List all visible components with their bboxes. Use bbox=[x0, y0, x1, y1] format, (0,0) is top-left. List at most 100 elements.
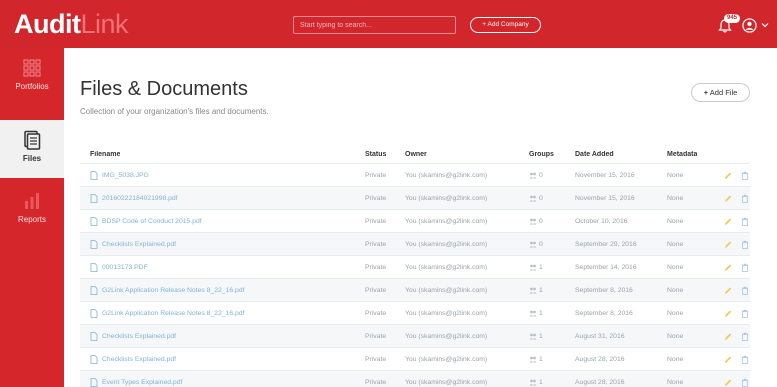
groups-count: 0 bbox=[539, 241, 543, 248]
trash-icon[interactable] bbox=[741, 171, 749, 180]
pencil-icon[interactable] bbox=[724, 171, 732, 180]
metadata-cell: None bbox=[667, 333, 684, 340]
date-cell: September 29, 2016 bbox=[575, 241, 637, 248]
groups-count: 1 bbox=[539, 287, 543, 294]
file-icon bbox=[90, 309, 98, 318]
date-cell: September 14, 2016 bbox=[575, 264, 637, 271]
chart-icon bbox=[25, 193, 39, 209]
groups-count: 0 bbox=[539, 172, 543, 179]
filename-link[interactable]: 20160222184021998.pdf bbox=[102, 194, 352, 204]
file-icon bbox=[90, 286, 98, 295]
file-icon bbox=[90, 240, 98, 249]
sidebar-label-portfolios: Portfolios bbox=[15, 82, 49, 91]
table-header: Filename Status Owner Groups Date Added … bbox=[80, 151, 750, 163]
pencil-icon[interactable] bbox=[724, 332, 732, 341]
owner-cell: You (skamins@g2link.com) bbox=[405, 356, 488, 363]
owner-cell: You (skamins@g2link.com) bbox=[405, 172, 488, 179]
column-header-groups[interactable]: Groups bbox=[529, 151, 554, 158]
table-row: 20160222184021998.pdf Private You (skamins… bbox=[80, 186, 750, 209]
pencil-icon[interactable] bbox=[724, 378, 732, 387]
date-cell: August 28, 2016 bbox=[575, 379, 625, 386]
add-file-label: Add File bbox=[709, 88, 738, 97]
logo[interactable]: AuditLink bbox=[14, 9, 129, 39]
status-cell: Private bbox=[365, 264, 387, 271]
add-company-button[interactable]: + Add Company bbox=[470, 17, 541, 33]
table-row: Event Types Explained.pdf Private You (ska… bbox=[80, 370, 750, 387]
owner-cell: You (skamins@g2link.com) bbox=[405, 218, 488, 225]
column-header-metadata[interactable]: Metadata bbox=[667, 151, 697, 158]
owner-cell: You (skamins@g2link.com) bbox=[405, 195, 488, 202]
add-file-button[interactable]: + Add File bbox=[691, 83, 750, 102]
date-cell: November 15, 2016 bbox=[575, 172, 635, 179]
document-icon bbox=[24, 130, 41, 150]
filename-link[interactable]: Checklists Explained.pdf bbox=[102, 355, 352, 365]
status-cell: Private bbox=[365, 195, 387, 202]
column-header-owner[interactable]: Owner bbox=[405, 151, 427, 158]
metadata-cell: None bbox=[667, 310, 684, 317]
sidebar-label-files: Files bbox=[22, 154, 42, 163]
filename-link[interactable]: 00013173.PDF bbox=[102, 263, 352, 273]
group-icon bbox=[529, 264, 537, 271]
column-header-filename[interactable]: Filename bbox=[90, 151, 120, 158]
pencil-icon[interactable] bbox=[724, 194, 732, 203]
pencil-icon[interactable] bbox=[724, 355, 732, 364]
date-cell: November 15, 2016 bbox=[575, 195, 635, 202]
sidebar-item-files[interactable]: Files bbox=[0, 120, 64, 178]
filename-link[interactable]: Checklists Explained.pdf bbox=[102, 240, 352, 250]
filename-link[interactable]: G2Link Application Release Notes 8_22_16… bbox=[102, 309, 352, 319]
trash-icon[interactable] bbox=[741, 217, 749, 226]
search-input[interactable] bbox=[293, 16, 456, 34]
groups-count: 1 bbox=[539, 310, 543, 317]
trash-icon[interactable] bbox=[741, 332, 749, 341]
pencil-icon[interactable] bbox=[724, 217, 732, 226]
trash-icon[interactable] bbox=[741, 286, 749, 295]
metadata-cell: None bbox=[667, 218, 684, 225]
trash-icon[interactable] bbox=[741, 378, 749, 387]
logo-text-link: Link bbox=[80, 9, 129, 39]
date-cell: August 31, 2016 bbox=[575, 333, 625, 340]
column-header-date-added[interactable]: Date Added bbox=[575, 151, 614, 158]
status-cell: Private bbox=[365, 172, 387, 179]
date-cell: September 8, 2016 bbox=[575, 310, 633, 317]
group-icon bbox=[529, 218, 537, 225]
trash-icon[interactable] bbox=[741, 194, 749, 203]
owner-cell: You (skamins@g2link.com) bbox=[405, 333, 488, 340]
filename-link[interactable]: Event Types Explained.pdf bbox=[102, 378, 352, 387]
sidebar-label-reports: Reports bbox=[17, 215, 46, 224]
filename-link[interactable]: BDSP Code of Conduct 2015.pdf bbox=[102, 217, 352, 227]
status-cell: Private bbox=[365, 356, 387, 363]
owner-cell: You (skamins@g2link.com) bbox=[405, 241, 488, 248]
metadata-cell: None bbox=[667, 172, 684, 179]
table-row: Checklists Explained.pdf Private You (skam… bbox=[80, 347, 750, 370]
trash-icon[interactable] bbox=[741, 263, 749, 272]
groups-count: 0 bbox=[539, 195, 543, 202]
sidebar-item-portfolios[interactable]: Portfolios bbox=[0, 48, 64, 106]
files-table: IMG_5038.JPG Private You (skamins@g2link.c… bbox=[80, 163, 750, 387]
status-cell: Private bbox=[365, 241, 387, 248]
table-row: 00013173.PDF Private You (skamins@g2link.c… bbox=[80, 255, 750, 278]
chevron-down-icon[interactable] bbox=[761, 21, 769, 29]
plus-icon: + bbox=[703, 88, 709, 97]
metadata-cell: None bbox=[667, 379, 684, 386]
column-header-status[interactable]: Status bbox=[365, 151, 386, 158]
trash-icon[interactable] bbox=[741, 240, 749, 249]
owner-cell: You (skamins@g2link.com) bbox=[405, 379, 488, 386]
sidebar-item-reports[interactable]: Reports bbox=[0, 181, 64, 239]
owner-cell: You (skamins@g2link.com) bbox=[405, 264, 488, 271]
metadata-cell: None bbox=[667, 356, 684, 363]
pencil-icon[interactable] bbox=[724, 263, 732, 272]
trash-icon[interactable] bbox=[741, 355, 749, 364]
user-avatar-icon[interactable] bbox=[742, 18, 757, 33]
file-icon bbox=[90, 194, 98, 203]
pencil-icon[interactable] bbox=[724, 286, 732, 295]
filename-link[interactable]: Checklists Explained.pdf bbox=[102, 332, 352, 342]
date-cell: August 28, 2016 bbox=[575, 356, 625, 363]
status-cell: Private bbox=[365, 379, 387, 386]
group-icon bbox=[529, 333, 537, 340]
filename-link[interactable]: G2Link Application Release Notes 8_22_16… bbox=[102, 286, 352, 296]
owner-cell: You (skamins@g2link.com) bbox=[405, 310, 488, 317]
trash-icon[interactable] bbox=[741, 309, 749, 318]
filename-link[interactable]: IMG_5038.JPG bbox=[102, 171, 352, 181]
pencil-icon[interactable] bbox=[724, 309, 732, 318]
pencil-icon[interactable] bbox=[724, 240, 732, 249]
